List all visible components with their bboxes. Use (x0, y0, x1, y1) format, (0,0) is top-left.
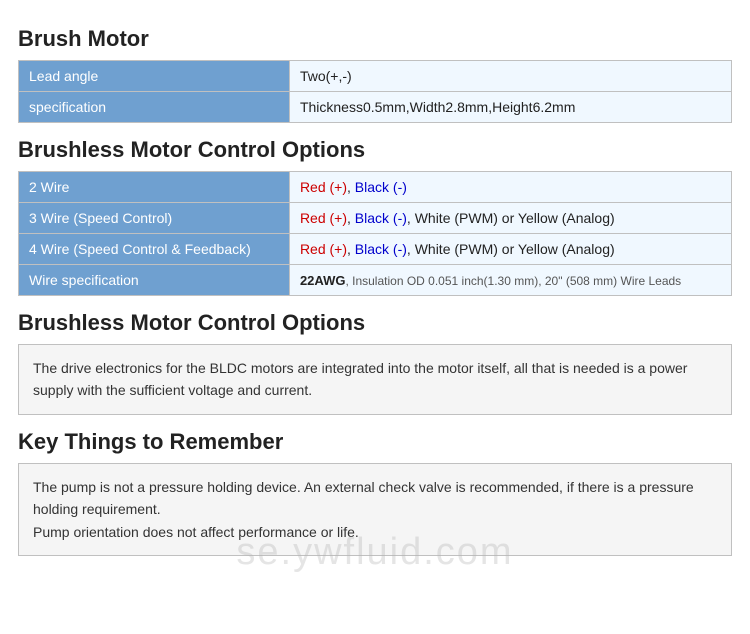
table-row: Lead angle Two(+,-) (19, 61, 732, 92)
lead-angle-label: Lead angle (19, 61, 290, 92)
red-text: Red (+) (300, 210, 347, 226)
table-row: specification Thickness0.5mm,Width2.8mm,… (19, 92, 732, 123)
table-row: 4 Wire (Speed Control & Feedback) Red (+… (19, 234, 732, 265)
2wire-value: Red (+), Black (-) (289, 172, 731, 203)
brushless-info-title: Brushless Motor Control Options (18, 310, 732, 336)
key-things-title: Key Things to Remember (18, 429, 732, 455)
page-content: Brush Motor Lead angle Two(+,-) specific… (0, 0, 750, 588)
key-things-box: The pump is not a pressure holding devic… (18, 463, 732, 556)
wire-spec-bold: 22AWG (300, 273, 346, 288)
brushless-options-title: Brushless Motor Control Options (18, 137, 732, 163)
brushless-options-table: 2 Wire Red (+), Black (-) 3 Wire (Speed … (18, 171, 732, 296)
black-text: Black (-) (355, 241, 407, 257)
red-text: Red (+) (300, 179, 347, 195)
lead-angle-value: Two(+,-) (289, 61, 731, 92)
brush-motor-title: Brush Motor (18, 26, 732, 52)
table-row: 2 Wire Red (+), Black (-) (19, 172, 732, 203)
brushless-info-box: The drive electronics for the BLDC motor… (18, 344, 732, 415)
table-row: 3 Wire (Speed Control) Red (+), Black (-… (19, 203, 732, 234)
key-things-line-2: Pump orientation does not affect perform… (33, 521, 717, 543)
wire-spec-value: 22AWG, Insulation OD 0.051 inch(1.30 mm)… (289, 265, 731, 296)
2wire-label: 2 Wire (19, 172, 290, 203)
wire-spec-small: , Insulation OD 0.051 inch(1.30 mm), 20"… (345, 274, 681, 288)
key-things-line-1: The pump is not a pressure holding devic… (33, 476, 717, 521)
red-text: Red (+) (300, 241, 347, 257)
black-text: Black (-) (355, 210, 407, 226)
4wire-value: Red (+), Black (-), White (PWM) or Yello… (289, 234, 731, 265)
4wire-label: 4 Wire (Speed Control & Feedback) (19, 234, 290, 265)
brush-motor-table: Lead angle Two(+,-) specification Thickn… (18, 60, 732, 123)
3wire-value: Red (+), Black (-), White (PWM) or Yello… (289, 203, 731, 234)
specification-label: specification (19, 92, 290, 123)
specification-value: Thickness0.5mm,Width2.8mm,Height6.2mm (289, 92, 731, 123)
table-row: Wire specification 22AWG, Insulation OD … (19, 265, 732, 296)
black-text: Black (-) (355, 179, 407, 195)
brushless-description: The drive electronics for the BLDC motor… (33, 360, 687, 398)
3wire-label: 3 Wire (Speed Control) (19, 203, 290, 234)
wire-spec-label: Wire specification (19, 265, 290, 296)
